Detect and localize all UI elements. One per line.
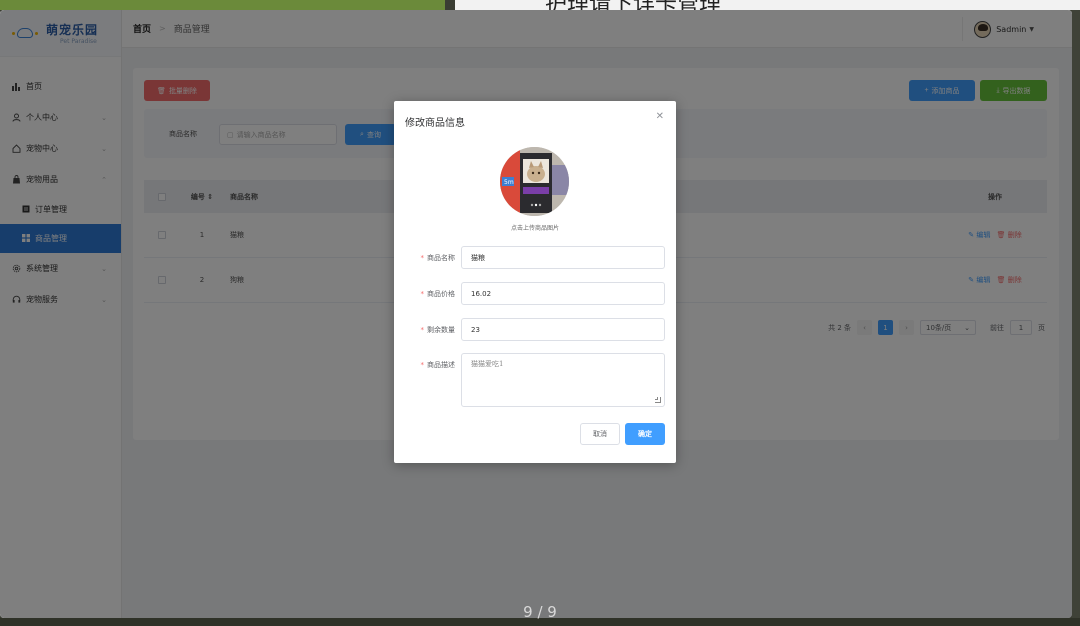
- background-right-strip: [1072, 10, 1080, 618]
- product-image-upload[interactable]: 5m: [500, 147, 569, 216]
- background-photo-strip: [0, 0, 445, 10]
- cancel-button[interactable]: 取消: [580, 423, 620, 445]
- slide-counter: 9 / 9: [523, 603, 557, 621]
- confirm-button[interactable]: 确定: [625, 423, 665, 445]
- form-row-stock: * 剩余数量 23: [394, 318, 676, 341]
- edit-product-dialog: 修改商品信息 ✕ 5m 点击上传商品图片 * 商品名称 猫粮 * 商品价格 16.0…: [394, 101, 676, 463]
- form-row-name: * 商品名称 猫粮: [394, 246, 676, 269]
- form-row-price: * 商品价格 16.02: [394, 282, 676, 305]
- close-icon[interactable]: ✕: [656, 111, 664, 122]
- description-textarea[interactable]: 猫猫爱吃1: [461, 353, 665, 407]
- field-label: * 剩余数量: [420, 326, 456, 334]
- name-field[interactable]: 猫粮: [461, 246, 665, 269]
- cat-food-photo: 5m: [500, 147, 569, 216]
- dialog-title: 修改商品信息: [405, 118, 465, 129]
- field-label: * 商品描述: [420, 361, 456, 369]
- price-field[interactable]: 16.02: [461, 282, 665, 305]
- resize-handle-icon[interactable]: [655, 397, 661, 403]
- svg-text:5m: 5m: [504, 179, 514, 186]
- field-label: * 商品名称: [420, 254, 456, 262]
- form-row-desc: * 商品描述 猫猫爱吃1: [394, 353, 676, 407]
- stock-field[interactable]: 23: [461, 318, 665, 341]
- field-label: * 商品价格: [420, 290, 456, 298]
- upload-hint: 点击上传商品图片: [510, 225, 559, 232]
